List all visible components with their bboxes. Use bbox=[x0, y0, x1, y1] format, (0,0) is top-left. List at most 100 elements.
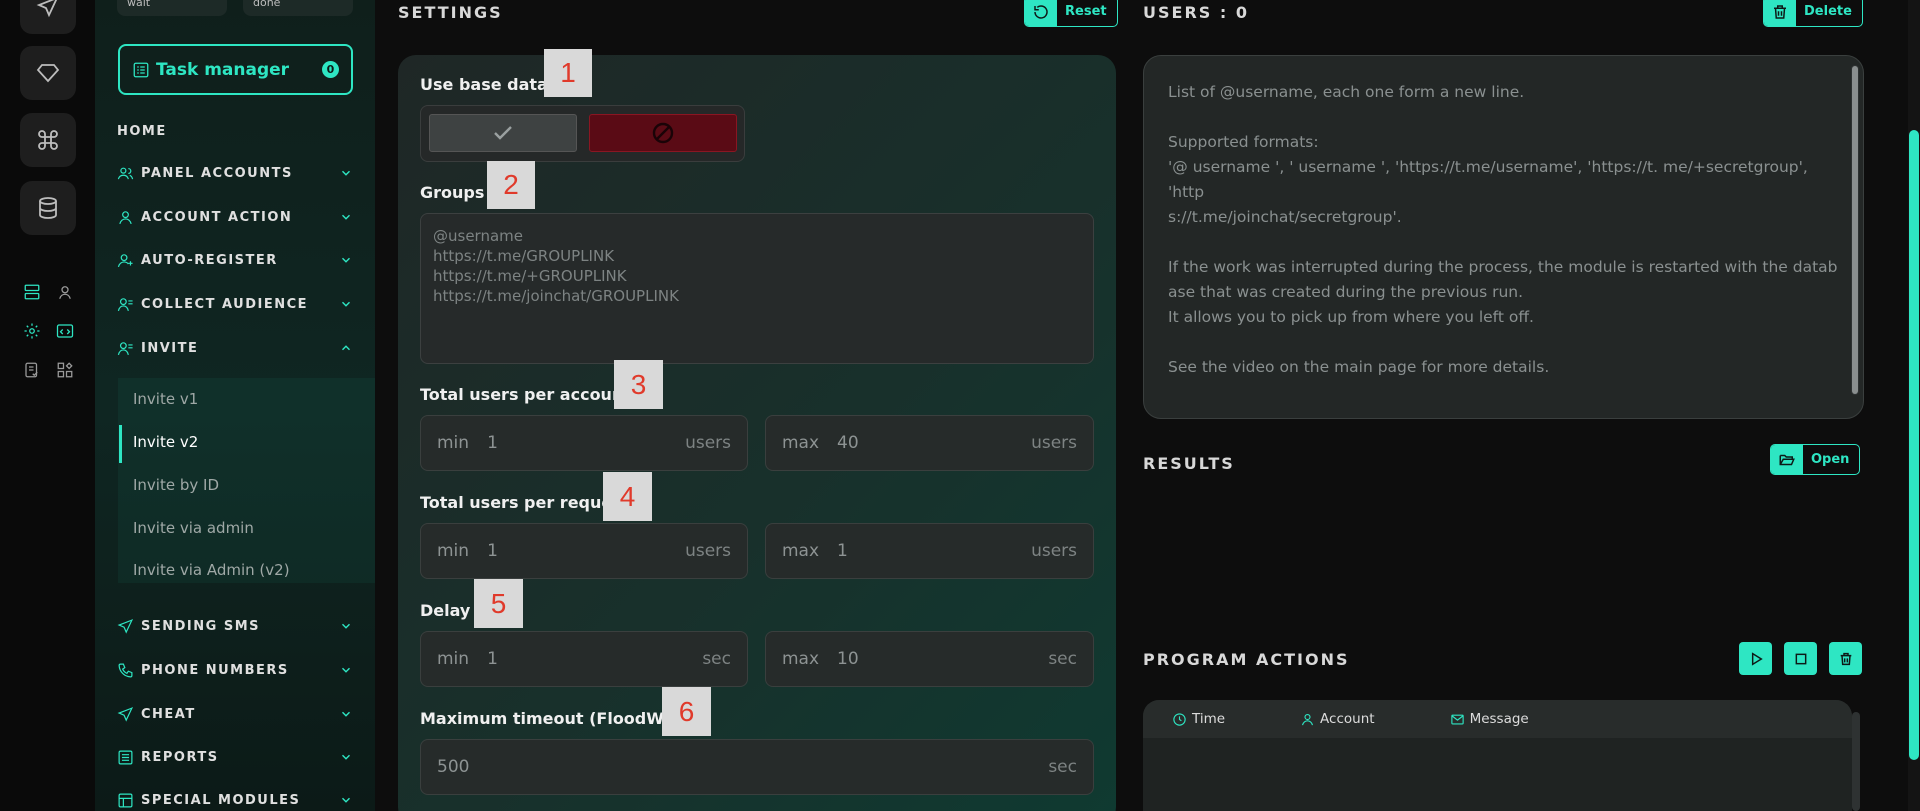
nav-invite[interactable]: INVITE bbox=[117, 338, 353, 358]
groups-textarea[interactable]: @username https://t.me/GROUPLINK https:/… bbox=[420, 213, 1094, 364]
max-timeout-input[interactable]: 500 sec bbox=[420, 739, 1094, 795]
column-message: Message bbox=[1450, 711, 1529, 727]
sub-item-invite-via-admin[interactable]: Invite via admin bbox=[133, 519, 254, 537]
checklist-icon[interactable] bbox=[21, 359, 43, 381]
wait-counter: wait bbox=[117, 0, 227, 16]
help-line: ase that was created during the previous… bbox=[1168, 283, 1524, 301]
users-per-request-min-input[interactable]: min 1 users bbox=[420, 523, 748, 579]
annotation-tag-1: 1 bbox=[544, 49, 592, 97]
nav-reports[interactable]: REPORTS bbox=[117, 747, 353, 767]
clear-log-button[interactable] bbox=[1829, 642, 1862, 675]
nav-home[interactable]: HOME bbox=[117, 124, 167, 139]
log-scrollbar[interactable] bbox=[1852, 712, 1860, 811]
toggle-yes-button[interactable] bbox=[429, 114, 577, 152]
user-icon bbox=[1301, 713, 1314, 725]
diamond-rail-button[interactable] bbox=[20, 46, 76, 100]
users-title: USERS : 0 bbox=[1143, 3, 1249, 22]
command-icon bbox=[38, 130, 58, 150]
nav-sending-sms[interactable]: SENDING SMS bbox=[117, 616, 353, 636]
database-rail-button[interactable] bbox=[20, 181, 76, 235]
chevron-down-icon bbox=[342, 214, 350, 220]
placeholder-line: @username bbox=[433, 227, 523, 245]
check-icon bbox=[494, 126, 512, 140]
sub-item-invite-v1[interactable]: Invite v1 bbox=[133, 390, 198, 408]
send-icon bbox=[117, 618, 134, 634]
toggle-no-button[interactable] bbox=[589, 114, 737, 152]
task-manager-label: Task manager bbox=[156, 59, 290, 80]
nav-special-modules[interactable]: SPECIAL MODULES bbox=[117, 790, 353, 810]
nav-cheat[interactable]: CHEAT bbox=[117, 704, 353, 724]
users-scroll-thumb[interactable] bbox=[1852, 66, 1858, 394]
user-icon bbox=[119, 210, 132, 224]
unit-suffix: sec bbox=[1048, 649, 1077, 669]
send-icon bbox=[117, 706, 134, 722]
delay-label: Delay bbox=[420, 601, 471, 620]
command-rail-button[interactable] bbox=[20, 113, 76, 167]
sub-item-invite-via-admin-v2[interactable]: Invite via Admin (v2) bbox=[133, 561, 290, 579]
users-per-account-min-input[interactable]: min 1 users bbox=[420, 415, 748, 471]
annotation-tag-2: 2 bbox=[487, 161, 535, 209]
column-label: Time bbox=[1192, 711, 1226, 727]
input-value: 1 bbox=[487, 649, 498, 669]
widgets-icon[interactable] bbox=[54, 359, 76, 381]
use-base-data-label: Use base data bbox=[420, 75, 548, 94]
task-list-icon bbox=[133, 62, 149, 77]
nav-label: SPECIAL MODULES bbox=[141, 792, 301, 808]
unit-suffix: sec bbox=[702, 649, 731, 669]
help-line: If the work was interrupted during the p… bbox=[1168, 258, 1838, 276]
help-line: It allows you to pick up from where you … bbox=[1168, 308, 1534, 326]
folder-open-icon bbox=[1779, 454, 1795, 465]
chevron-up-icon bbox=[342, 345, 350, 351]
chevron-down-icon bbox=[342, 257, 350, 263]
help-line: See the video on the main page for more … bbox=[1168, 358, 1550, 376]
nav-collect-audience[interactable]: COLLECT AUDIENCE bbox=[117, 294, 353, 314]
reset-button[interactable]: Reset bbox=[1024, 0, 1118, 27]
open-label: Open bbox=[1811, 452, 1850, 467]
nav-phone-numbers[interactable]: PHONE NUMBERS bbox=[117, 660, 353, 680]
user-pin-icon[interactable] bbox=[54, 281, 76, 303]
sub-item-invite-v2[interactable]: Invite v2 bbox=[133, 433, 198, 451]
nav-label: INVITE bbox=[141, 340, 199, 356]
delay-min-input[interactable]: min 1 sec bbox=[420, 631, 748, 687]
task-manager-button[interactable]: Task manager 0 bbox=[118, 44, 353, 95]
annotation-tag-5: 5 bbox=[474, 579, 523, 628]
nav-panel-accounts[interactable]: PANEL ACCOUNTS bbox=[117, 163, 353, 183]
unit-suffix: users bbox=[685, 541, 731, 561]
help-line: '@ username ', ' username ', 'https://t.… bbox=[1168, 158, 1808, 201]
input-value: 1 bbox=[487, 541, 498, 561]
nav-label: PHONE NUMBERS bbox=[141, 662, 289, 678]
delete-users-button[interactable]: Delete bbox=[1763, 0, 1863, 27]
chevron-down-icon bbox=[342, 754, 350, 760]
nav-account-action[interactable]: ACCOUNT ACTION bbox=[117, 207, 353, 227]
page-scroll-thumb[interactable] bbox=[1909, 130, 1919, 760]
delay-max-input[interactable]: max 10 sec bbox=[765, 631, 1094, 687]
total-users-per-request-label: Total users per request bbox=[420, 493, 630, 512]
send-rail-button[interactable] bbox=[20, 0, 76, 34]
program-actions-title: PROGRAM ACTIONS bbox=[1143, 650, 1350, 669]
min-prefix: min bbox=[437, 433, 470, 453]
block-icon bbox=[652, 122, 674, 144]
placeholder-line: https://t.me/GROUPLINK bbox=[433, 247, 615, 265]
nav-label: CHEAT bbox=[141, 706, 196, 722]
users-icon bbox=[117, 167, 134, 179]
sub-item-invite-by-id[interactable]: Invite by ID bbox=[133, 476, 219, 494]
nav-label: SENDING SMS bbox=[141, 618, 260, 634]
column-time: Time bbox=[1172, 711, 1225, 727]
help-line: Supported formats: bbox=[1168, 133, 1319, 151]
play-icon bbox=[1751, 651, 1763, 666]
stop-icon bbox=[1795, 653, 1806, 664]
nav-label: ACCOUNT ACTION bbox=[141, 209, 293, 225]
clock-icon bbox=[1173, 712, 1186, 726]
start-button[interactable] bbox=[1739, 642, 1772, 675]
users-textarea[interactable]: List of @username, each one form a new l… bbox=[1143, 55, 1864, 419]
task-count-badge: 0 bbox=[322, 61, 339, 78]
users-per-request-max-input[interactable]: max 1 users bbox=[765, 523, 1094, 579]
nav-auto-register[interactable]: AUTO-REGISTER bbox=[117, 250, 353, 270]
nav-label: PANEL ACCOUNTS bbox=[141, 165, 293, 181]
stop-button[interactable] bbox=[1784, 642, 1817, 675]
server-list-icon[interactable] bbox=[21, 281, 43, 303]
gear-icon[interactable] bbox=[21, 320, 43, 342]
users-per-account-max-input[interactable]: max 40 users bbox=[765, 415, 1094, 471]
code-window-icon[interactable] bbox=[54, 320, 76, 342]
open-results-button[interactable]: Open bbox=[1770, 444, 1861, 475]
